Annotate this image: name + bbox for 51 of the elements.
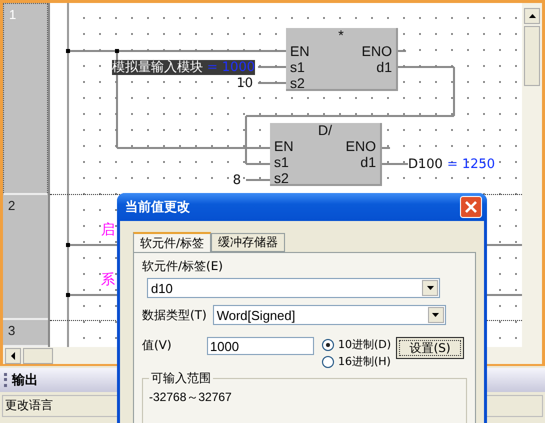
function-block[interactable]: * EN s1 s2 ENO d1: [286, 28, 398, 91]
close-button[interactable]: [460, 196, 482, 218]
operand-label: 8: [232, 173, 241, 188]
tab[interactable]: 缓冲存储器: [211, 233, 286, 252]
grip-icon[interactable]: [4, 373, 7, 387]
function-block[interactable]: D/ EN s1 s2 ENO d1: [270, 123, 382, 186]
block-operator: D/: [318, 123, 332, 138]
wire: [258, 66, 286, 68]
panel-title: 输出: [12, 372, 38, 389]
row-number[interactable]: 2: [3, 195, 48, 320]
pin-label: s1: [290, 59, 305, 75]
wire: [398, 50, 406, 52]
device-combo[interactable]: d10: [147, 278, 440, 298]
field-label: 数据类型(T): [142, 307, 207, 323]
tab[interactable]: 软元件/标签: [133, 232, 212, 253]
wire: [246, 179, 270, 181]
left-arrow-icon: [8, 350, 18, 360]
comment-text: 系: [101, 271, 115, 289]
wire: [382, 163, 408, 165]
radio-option[interactable]: 16进制(H): [322, 354, 392, 369]
scroll-thumb[interactable]: [524, 26, 540, 86]
type-combo[interactable]: Word[Signed]: [212, 305, 446, 325]
wire: [258, 82, 286, 84]
set-button[interactable]: 设置(S): [396, 337, 464, 359]
scroll-thumb[interactable]: [23, 348, 53, 364]
scroll-left-button[interactable]: [5, 348, 21, 364]
pin-label: d1: [376, 59, 392, 75]
pin-label: s2: [274, 170, 289, 186]
pin-label: EN: [290, 43, 310, 59]
wire: [382, 147, 390, 149]
field-label: 软元件/标签(E): [142, 258, 224, 274]
operand-label: D100 = 1250: [408, 157, 496, 172]
radio-option[interactable]: 10进制(D): [322, 337, 392, 352]
dropdown-button[interactable]: [422, 280, 438, 296]
pin-label: s1: [274, 154, 289, 170]
comment-text: 启: [101, 221, 115, 239]
pin-label: EN: [274, 138, 294, 154]
field-label: 值(V): [142, 337, 173, 353]
block-operator: *: [338, 28, 344, 43]
scroll-up-button[interactable]: [524, 8, 540, 24]
pin-label: ENO: [362, 43, 392, 59]
operand-label: 10: [236, 76, 253, 91]
close-icon: [465, 201, 477, 213]
dialog-title: 当前值更改: [125, 199, 190, 216]
pin-label: ENO: [346, 138, 376, 154]
value-field[interactable]: 1000: [207, 337, 314, 355]
pin-label: d1: [360, 154, 376, 170]
pin-label: s2: [290, 75, 305, 91]
operand-label: 模拟量输入模块 = 1000: [112, 60, 255, 75]
group-title: 可输入范围: [150, 370, 212, 387]
dropdown-button[interactable]: [428, 307, 444, 323]
